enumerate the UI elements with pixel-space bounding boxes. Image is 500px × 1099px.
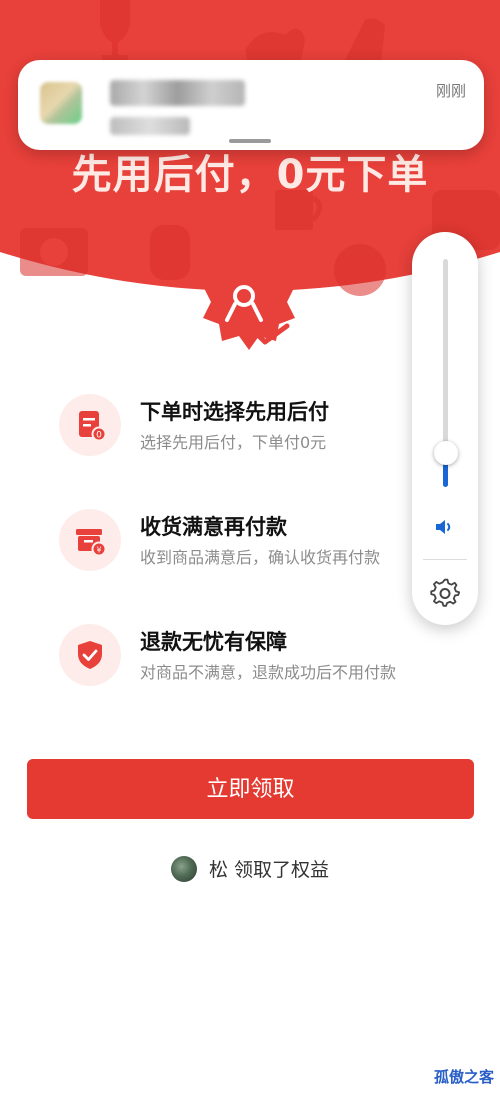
shield-check-icon [59,624,121,686]
volume-slider-thumb[interactable] [434,441,458,465]
notification-banner[interactable]: 刚刚 [18,60,484,150]
notification-title-blurred [110,80,245,106]
claimed-text: 松 领取了权益 [209,859,330,881]
feature-item-refund: 退款无忧有保障 对商品不满意，退款成功后不用付款 [0,624,500,704]
claim-now-button[interactable]: 立即领取 [27,759,474,819]
feature-title: 下单时选择先用后付 [140,400,329,424]
avatar [170,855,197,882]
guarantee-badge-icon [199,252,299,356]
feature-title: 收货满意再付款 [140,515,287,539]
watermark-text: 孤傲之客 [433,1068,494,1086]
hero-slogan: 先用后付，0元下单 [71,152,429,198]
svg-text:0: 0 [96,431,102,441]
svg-text:¥: ¥ [96,546,101,555]
claimed-notice: 松 领取了权益 [0,855,500,885]
notification-body-blurred [110,117,190,135]
feature-title: 退款无忧有保障 [140,630,287,654]
gear-icon[interactable] [429,577,461,613]
notification-drag-handle[interactable] [229,139,271,143]
feature-desc: 对商品不满意，退款成功后不用付款 [140,663,397,682]
feature-desc: 收到商品满意后，确认收货再付款 [140,548,381,567]
payment-box-icon: ¥ [59,509,121,571]
feature-desc: 选择先用后付，下单付0元 [140,433,327,452]
order-document-icon: 0 [59,394,121,456]
speaker-icon[interactable] [433,515,457,543]
volume-panel [412,232,478,625]
panel-divider [423,559,467,560]
notification-app-icon [40,82,82,124]
notification-time: 刚刚 [435,82,466,100]
